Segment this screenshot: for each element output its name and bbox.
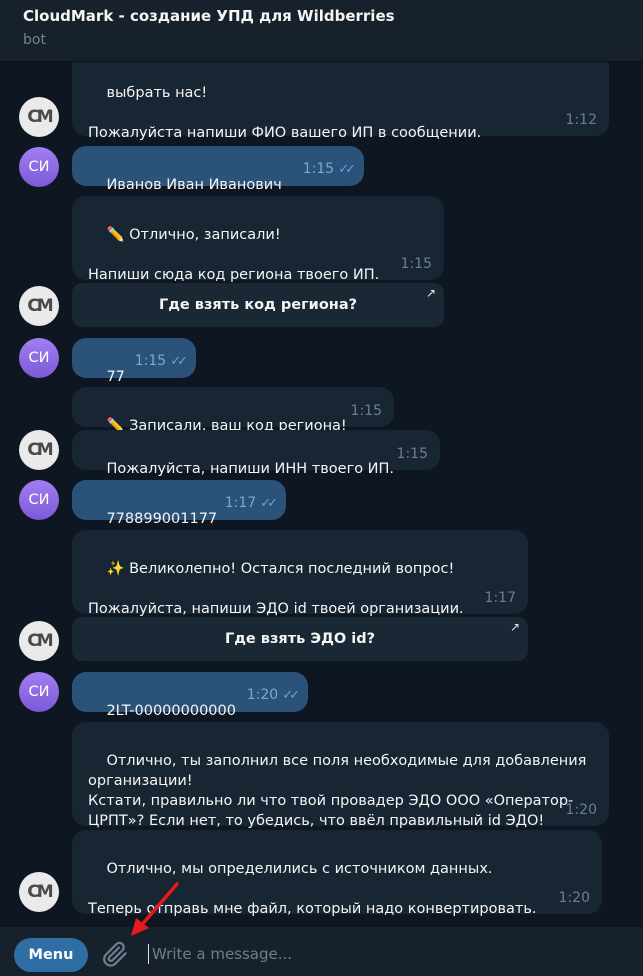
- message-list[interactable]: выбрать нас! Пожалуйста напиши ФИО вашег…: [0, 62, 643, 926]
- bot-avatar[interactable]: СМ: [19, 97, 59, 137]
- message-bubble-bot: ✏️ Отлично, записали! Напиши сюда код ре…: [72, 196, 444, 283]
- message-time: 1:20 ✓✓: [246, 687, 300, 703]
- inline-button-region-code[interactable]: Где взять код региона? ↗: [72, 283, 444, 327]
- user-avatar[interactable]: СИ: [19, 672, 59, 712]
- message-bubble-user: 2LT-00000000000 1:20 ✓✓: [72, 672, 308, 719]
- read-receipt-icon: ✓✓: [282, 688, 300, 703]
- chat-header[interactable]: CloudMark - создание УПД для Wildberries…: [0, 0, 643, 62]
- message-bubble-bot: ✏️ Записали, ваш код региона! 1:15: [72, 387, 394, 434]
- message-bubble-user: Иванов Иван Иванович 1:15 ✓✓: [72, 146, 364, 193]
- bot-avatar[interactable]: СМ: [19, 430, 59, 470]
- user-avatar[interactable]: СИ: [19, 338, 59, 378]
- message-time: 1:15 ✓✓: [134, 353, 188, 369]
- message-bubble-bot: выбрать нас! Пожалуйста напиши ФИО вашег…: [72, 62, 609, 141]
- chat-title: CloudMark - создание УПД для Wildberries: [23, 7, 395, 25]
- message-bubble-bot: Пожалуйста, напиши ИНН твоего ИП. 1:15: [72, 430, 440, 477]
- message-bubble-bot: Отлично, ты заполнил все поля необходимы…: [72, 722, 609, 829]
- message-time: 1:20: [565, 802, 597, 818]
- message-time: 1:12: [565, 112, 597, 128]
- annotation-arrow-icon: [131, 882, 179, 936]
- message-bubble-user: 778899001177 1:17 ✓✓: [72, 480, 286, 527]
- chat-subtitle: bot: [23, 32, 46, 48]
- message-bubble-user: 77 1:15 ✓✓: [72, 338, 196, 385]
- read-receipt-icon: ✓✓: [338, 162, 356, 177]
- inline-button-edo-id[interactable]: Где взять ЭДО id? ↗: [72, 617, 528, 661]
- message-text: ✏️ Отлично, записали! Напиши сюда код ре…: [88, 227, 380, 283]
- message-text: выбрать нас! Пожалуйста напиши ФИО вашег…: [88, 85, 482, 141]
- menu-button[interactable]: Menu: [14, 938, 88, 972]
- message-text: 2LT-00000000000: [106, 703, 236, 719]
- bot-avatar[interactable]: СМ: [19, 621, 59, 661]
- message-text: 77: [106, 369, 125, 385]
- external-link-icon: ↗: [509, 620, 520, 634]
- message-time: 1:15: [396, 446, 428, 462]
- message-text: 778899001177: [106, 511, 218, 527]
- message-bubble-bot: ✨ Великолепно! Остался последний вопрос!…: [72, 530, 528, 617]
- external-link-icon: ↗: [425, 286, 436, 300]
- read-receipt-icon: ✓✓: [170, 354, 188, 369]
- message-time: 1:15 ✓✓: [302, 161, 356, 177]
- paperclip-icon[interactable]: [100, 939, 130, 969]
- read-receipt-icon: ✓✓: [260, 496, 278, 511]
- composer-bar: Menu: [0, 926, 643, 976]
- message-time: 1:15: [350, 403, 382, 419]
- message-time: 1:17 ✓✓: [224, 495, 278, 511]
- bot-avatar[interactable]: СМ: [19, 286, 59, 326]
- message-text: ✨ Великолепно! Остался последний вопрос!…: [88, 561, 464, 617]
- bot-avatar[interactable]: СМ: [19, 872, 59, 912]
- message-time: 1:20: [558, 890, 590, 906]
- message-text: Иванов Иван Иванович: [106, 177, 282, 193]
- user-avatar[interactable]: СИ: [19, 480, 59, 520]
- message-text: Пожалуйста, напиши ИНН твоего ИП.: [106, 461, 395, 477]
- message-input[interactable]: [152, 939, 612, 969]
- user-avatar[interactable]: СИ: [19, 147, 59, 187]
- message-text: Отлично, ты заполнил все поля необходимы…: [88, 753, 587, 829]
- text-cursor: [148, 944, 149, 964]
